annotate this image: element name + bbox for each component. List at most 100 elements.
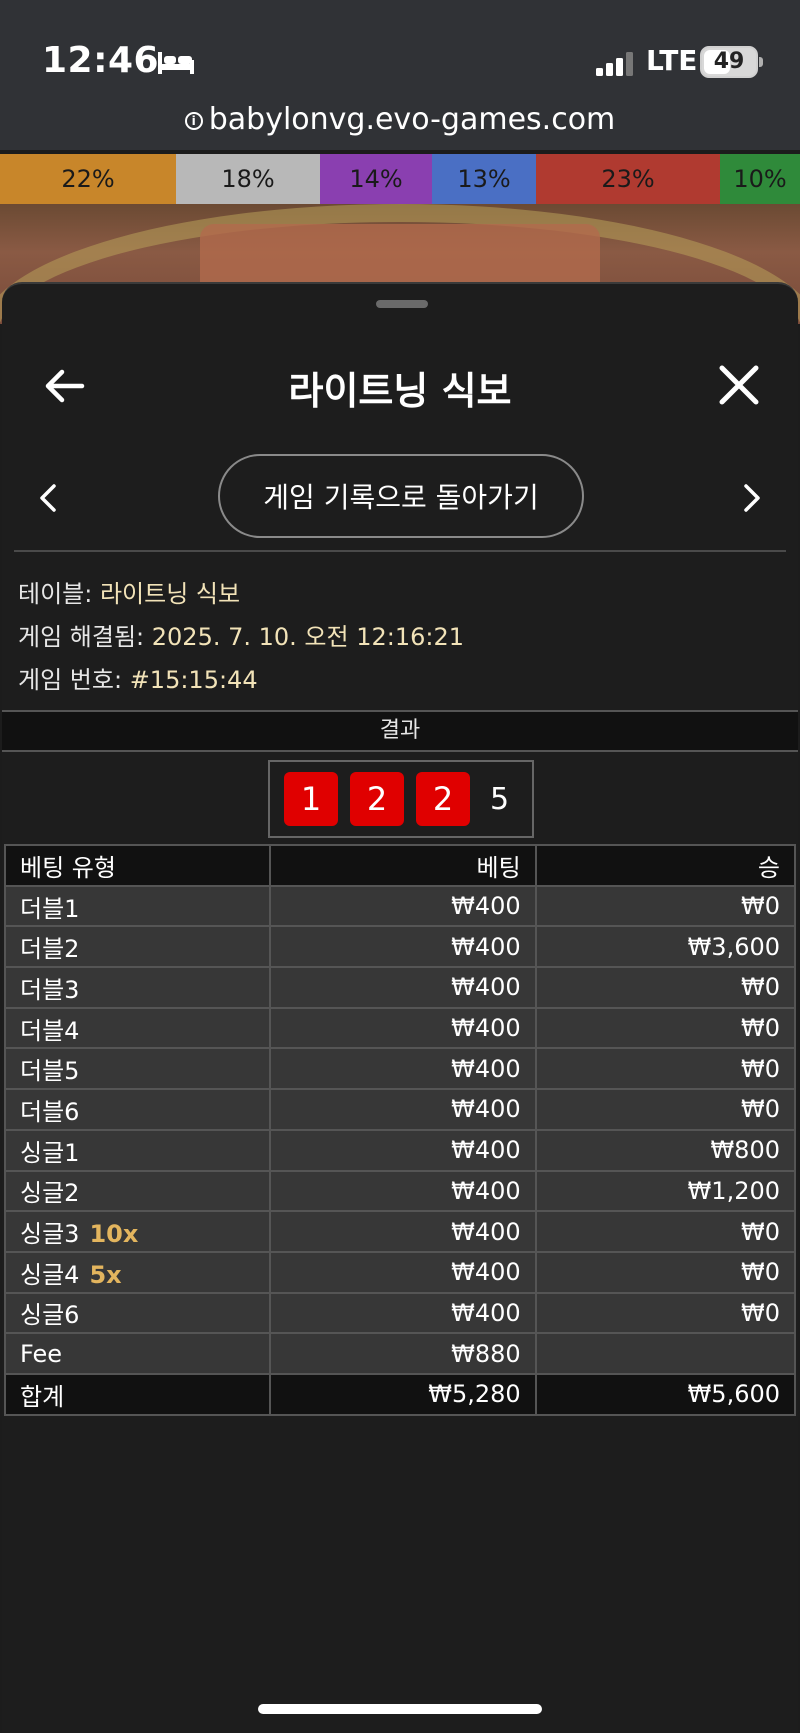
percent-strip: 22% 18% 14% 13% 23% 10% xyxy=(0,154,800,204)
bet-type-label: 싱글6 xyxy=(20,1301,80,1330)
table-header-row: 베팅 유형 베팅 승 xyxy=(3,844,797,887)
game-detail-panel: 라이트닝 식보 게임 기록으로 돌아가기 테이블: 라이트닝 식보 게임 해결됨… xyxy=(2,282,798,1733)
bet-type-label: 더블6 xyxy=(20,1097,80,1126)
bet-amount-cell: ₩400 xyxy=(269,884,537,928)
total-label: 합계 xyxy=(3,1372,272,1416)
die: 1 xyxy=(284,772,338,826)
info-resolved: 게임 해결됨: 2025. 7. 10. 오전 12:16:21 xyxy=(18,617,464,652)
bet-type-cell: 더블4 xyxy=(3,1006,272,1050)
win-amount-cell xyxy=(534,1332,797,1375)
win-amount-cell: ₩0 xyxy=(534,1088,797,1131)
divider xyxy=(14,550,786,552)
win-amount-cell: ₩0 xyxy=(534,1291,797,1335)
table-row: 더블6 ₩400 ₩0 xyxy=(3,1088,797,1131)
bet-type-cell: 더블1 xyxy=(3,884,272,928)
table-row: 더블3 ₩400 ₩0 xyxy=(3,966,797,1009)
table-row: 싱글3 10x ₩400 ₩0 xyxy=(3,1210,797,1253)
result-header: 결과 xyxy=(2,710,798,752)
bet-amount-cell: ₩880 xyxy=(269,1332,537,1375)
percent-segment: 10% xyxy=(720,154,800,204)
bet-type-label: 더블2 xyxy=(20,935,80,964)
panel-title: 라이트닝 식보 xyxy=(288,369,512,413)
bet-amount-cell: ₩400 xyxy=(269,1006,537,1050)
win-amount-cell: ₩800 xyxy=(534,1128,797,1172)
bet-type-label: 싱글4 xyxy=(20,1260,80,1289)
status-time: 12:46 xyxy=(42,40,160,81)
signal-icon xyxy=(596,52,636,80)
bet-amount-cell: ₩400 xyxy=(269,1128,537,1172)
bet-type-cell: 더블5 xyxy=(3,1047,272,1091)
bet-type-label: 더블5 xyxy=(20,1057,80,1086)
close-icon[interactable] xyxy=(716,362,762,408)
die: 2 xyxy=(416,772,470,826)
info-table-label: 테이블: xyxy=(18,580,93,608)
bet-type-label: 싱글3 xyxy=(20,1220,80,1249)
win-amount-cell: ₩0 xyxy=(534,884,797,928)
bet-amount-cell: ₩400 xyxy=(269,1250,537,1294)
bet-amount-cell: ₩400 xyxy=(269,1047,537,1091)
bet-type-cell: 싱글6 xyxy=(3,1291,272,1335)
info-game-number: 게임 번호: #15:15:44 xyxy=(18,660,258,695)
info-game-number-value: #15:15:44 xyxy=(129,666,258,694)
percent-segment: 14% xyxy=(320,154,432,204)
win-amount-cell: ₩0 xyxy=(534,1006,797,1050)
bet-type-cell: 싱글2 xyxy=(3,1169,272,1213)
percent-segment: 22% xyxy=(0,154,176,204)
home-indicator[interactable] xyxy=(258,1704,542,1714)
table-total-row: 합계 ₩5,280 ₩5,600 xyxy=(3,1372,797,1416)
bet-type-cell: 더블2 xyxy=(3,925,272,969)
bet-type-cell: Fee xyxy=(3,1332,272,1375)
info-icon[interactable]: i xyxy=(184,112,203,130)
dice-result: 1 2 2 5 xyxy=(268,760,534,838)
win-amount-cell: ₩0 xyxy=(534,1250,797,1294)
bet-type-cell: 더블3 xyxy=(3,966,272,1009)
percent-segment: 13% xyxy=(432,154,536,204)
status-bar: 12:46 LTE 49 i babylonvg.evo-games.com xyxy=(0,0,800,150)
info-resolved-value: 2025. 7. 10. 오전 12:16:21 xyxy=(151,623,465,651)
percent-segment: 18% xyxy=(176,154,320,204)
bet-table: 베팅 유형 베팅 승 더블1 ₩400 ₩0 더블2 ₩400 ₩3,600 더블3 ₩400… xyxy=(3,844,797,1416)
info-game-number-label: 게임 번호: xyxy=(18,666,123,694)
bet-type-cell: 싱글4 5x xyxy=(3,1250,272,1294)
battery-percent: 49 xyxy=(713,49,745,74)
table-row: 싱글2 ₩400 ₩1,200 xyxy=(3,1169,797,1213)
bet-type-label: 더블1 xyxy=(20,894,80,923)
bet-amount-cell: ₩400 xyxy=(269,1291,537,1335)
table-row: 싱글1 ₩400 ₩800 xyxy=(3,1128,797,1172)
network-label: LTE xyxy=(646,44,698,77)
multiplier-badge: 10x xyxy=(89,1220,139,1249)
bet-type-cell: 싱글3 10x xyxy=(3,1210,272,1253)
chevron-right-icon[interactable] xyxy=(740,480,764,516)
bet-amount-cell: ₩400 xyxy=(269,1169,537,1213)
win-amount-cell: ₩0 xyxy=(534,966,797,1009)
win-amount-cell: ₩0 xyxy=(534,1210,797,1253)
bed-icon xyxy=(156,48,196,80)
drag-handle[interactable] xyxy=(376,300,428,308)
percent-segment: 23% xyxy=(536,154,720,204)
bet-amount-cell: ₩400 xyxy=(269,1210,537,1253)
address-bar[interactable]: i babylonvg.evo-games.com xyxy=(0,102,800,137)
table-row: 더블5 ₩400 ₩0 xyxy=(3,1047,797,1091)
bet-type-label: Fee xyxy=(20,1339,63,1368)
multiplier-badge: 5x xyxy=(89,1260,122,1289)
table-row: Fee ₩880 xyxy=(3,1332,797,1375)
dice-total: 5 xyxy=(490,781,510,817)
chevron-left-icon[interactable] xyxy=(36,480,60,516)
bet-type-cell: 싱글1 xyxy=(3,1128,272,1172)
info-table: 테이블: 라이트닝 식보 xyxy=(18,574,240,609)
die: 2 xyxy=(350,772,404,826)
header-bet-type: 베팅 유형 xyxy=(3,844,272,887)
table-row: 더블1 ₩400 ₩0 xyxy=(3,884,797,928)
table-row: 싱글4 5x ₩400 ₩0 xyxy=(3,1250,797,1294)
table-row: 더블2 ₩400 ₩3,600 xyxy=(3,925,797,969)
bet-type-cell: 더블6 xyxy=(3,1088,272,1131)
bet-amount-cell: ₩400 xyxy=(269,966,537,1009)
bet-type-label: 싱글2 xyxy=(20,1179,80,1208)
table-row: 싱글6 ₩400 ₩0 xyxy=(3,1291,797,1335)
bet-amount-cell: ₩400 xyxy=(269,1088,537,1131)
back-to-history-button[interactable]: 게임 기록으로 돌아가기 xyxy=(218,454,584,538)
header-bet: 베팅 xyxy=(269,844,537,887)
total-bet: ₩5,280 xyxy=(269,1372,537,1416)
bet-amount-cell: ₩400 xyxy=(269,925,537,969)
total-win: ₩5,600 xyxy=(534,1372,797,1416)
